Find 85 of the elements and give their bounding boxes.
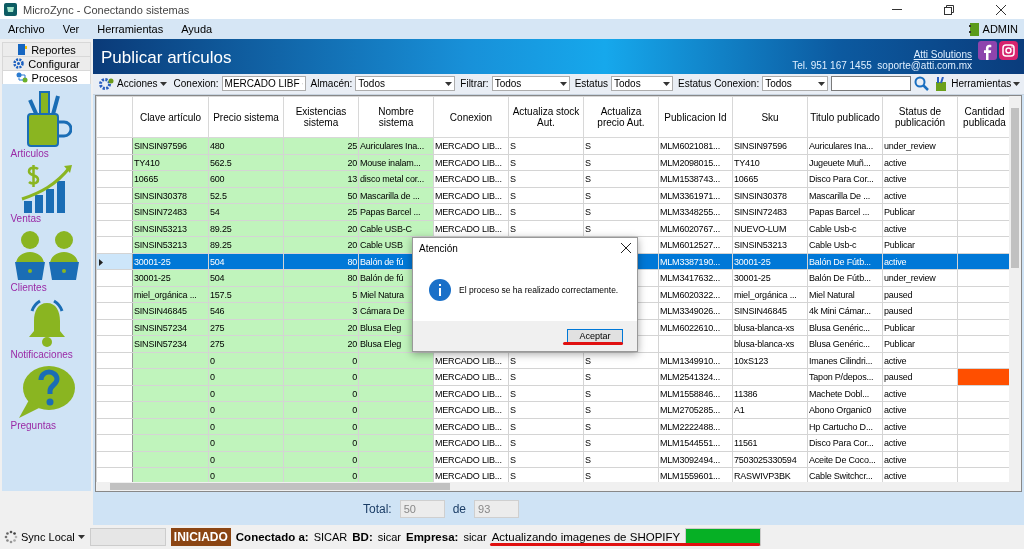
menu-item[interactable]: Herramientas	[95, 23, 166, 35]
caret-icon	[77, 535, 85, 539]
column-header[interactable]: Existencias sistema	[283, 96, 359, 138]
caret-icon	[663, 82, 670, 86]
page-title: Publicar artículos	[101, 48, 233, 69]
column-header[interactable]: Publicacion Id	[658, 96, 733, 138]
filter-label: Almacén:	[310, 78, 353, 90]
facebook-icon[interactable]	[978, 41, 997, 60]
notebook-icon	[968, 22, 980, 36]
filter-label: Conexion:	[173, 78, 219, 90]
sync-button[interactable]: Sync Local	[4, 530, 85, 544]
row-pointer-icon	[99, 258, 103, 266]
total-count-field: 93	[474, 499, 520, 518]
dialog-message: El proceso se ha realizado correctamente.	[459, 284, 619, 295]
column-header[interactable]: Conexion	[433, 96, 509, 138]
filter-select[interactable]: Todos	[611, 76, 673, 92]
total-label: Total:	[363, 501, 392, 516]
menu-item[interactable]: Archivo	[6, 23, 47, 35]
column-header[interactable]: Titulo publicado	[807, 96, 883, 138]
status-label: Empresa:	[405, 531, 459, 543]
users-at-laptops-icon	[12, 228, 81, 282]
vertical-scrollbar[interactable]	[1009, 96, 1021, 483]
status-message: Actualizando imagenes de SHOPIFY	[491, 531, 681, 543]
caret-icon	[818, 82, 826, 86]
filter-select[interactable]: Todos	[491, 76, 570, 92]
column-header[interactable]: Nombre sistema	[358, 96, 434, 138]
sidebar-item[interactable]: Articulos	[6, 90, 87, 159]
menu-item[interactable]: Ver	[60, 23, 82, 35]
column-header[interactable]: Actualiza precio Aut.	[583, 96, 659, 138]
underline-mark	[563, 342, 623, 345]
growth-chart-icon	[19, 163, 74, 213]
column-header[interactable]: Sku	[732, 96, 808, 138]
spinner-icon[interactable]	[4, 530, 18, 544]
instagram-icon[interactable]	[999, 41, 1018, 60]
book-icon	[17, 44, 28, 55]
info-icon	[429, 278, 451, 301]
close-button[interactable]	[621, 243, 631, 253]
tools-button[interactable]: Herramientas	[932, 77, 1023, 91]
state-badge: INICIADO	[170, 528, 231, 546]
restore-icon[interactable]	[944, 4, 954, 15]
filter-select[interactable]: MERCADO LIBF	[221, 76, 306, 92]
search-icon[interactable]	[914, 76, 930, 92]
actions-button[interactable]: Acciones	[97, 77, 169, 91]
column-header[interactable]: Cantidad publicada	[957, 96, 1009, 138]
company-link[interactable]: Atti Solutions	[913, 49, 972, 61]
menu-item[interactable]: Ayuda	[179, 23, 215, 35]
filter-label: Estatus	[574, 78, 608, 90]
flow-icon	[15, 72, 28, 83]
column-header[interactable]: Actualiza stock Aut.	[508, 96, 584, 138]
sync-field[interactable]	[89, 528, 166, 546]
sidebar-item[interactable]: Ventas	[6, 163, 87, 224]
filter-select[interactable]: Todos	[355, 76, 456, 92]
status-label: BD:	[352, 531, 373, 543]
app-icon	[4, 3, 17, 16]
sidebar-tab[interactable]: Procesos	[2, 70, 91, 84]
window-title: MicroZync - Conectando sistemas	[23, 3, 191, 16]
gear-icon	[13, 58, 25, 69]
user-name: ADMIN	[982, 23, 1018, 35]
sidebar-item[interactable]: Notificaciones	[6, 297, 87, 360]
horizontal-scrollbar[interactable]	[96, 482, 1021, 492]
filter-select[interactable]: Todos	[762, 76, 829, 92]
sidebar-tab[interactable]: Reportes	[2, 42, 91, 56]
caret-icon	[1013, 82, 1021, 86]
sidebar-tab[interactable]: Configurar	[2, 56, 91, 70]
column-header[interactable]: Precio sistema	[208, 96, 284, 138]
shown-count-field: 50	[399, 499, 445, 518]
sidebar-item[interactable]: Preguntas	[6, 364, 87, 431]
column-header[interactable]: Status de publicación	[882, 96, 958, 138]
filter-label: Estatus Conexion:	[678, 78, 760, 90]
contact-info: Tel. 951 167 1455 soporte@atti.com.mx	[792, 60, 972, 72]
status-value: SICAR	[313, 531, 348, 543]
gear-icon[interactable]	[99, 77, 115, 91]
search-field[interactable]	[831, 76, 912, 92]
sidebar-item[interactable]: Clientes	[6, 228, 87, 293]
caret-icon	[159, 82, 167, 86]
status-label: Conectado a:	[235, 531, 309, 543]
column-header[interactable]: Clave artículo	[132, 96, 209, 138]
of-label: de	[452, 501, 467, 516]
question-bubble-icon	[16, 364, 77, 420]
status-value: sicar	[463, 531, 487, 543]
caret-icon	[559, 82, 567, 86]
caret-icon	[445, 82, 453, 86]
close-icon[interactable]	[996, 4, 1006, 15]
status-value: sicar	[377, 531, 401, 543]
filter-label: Filtrar:	[460, 78, 489, 90]
